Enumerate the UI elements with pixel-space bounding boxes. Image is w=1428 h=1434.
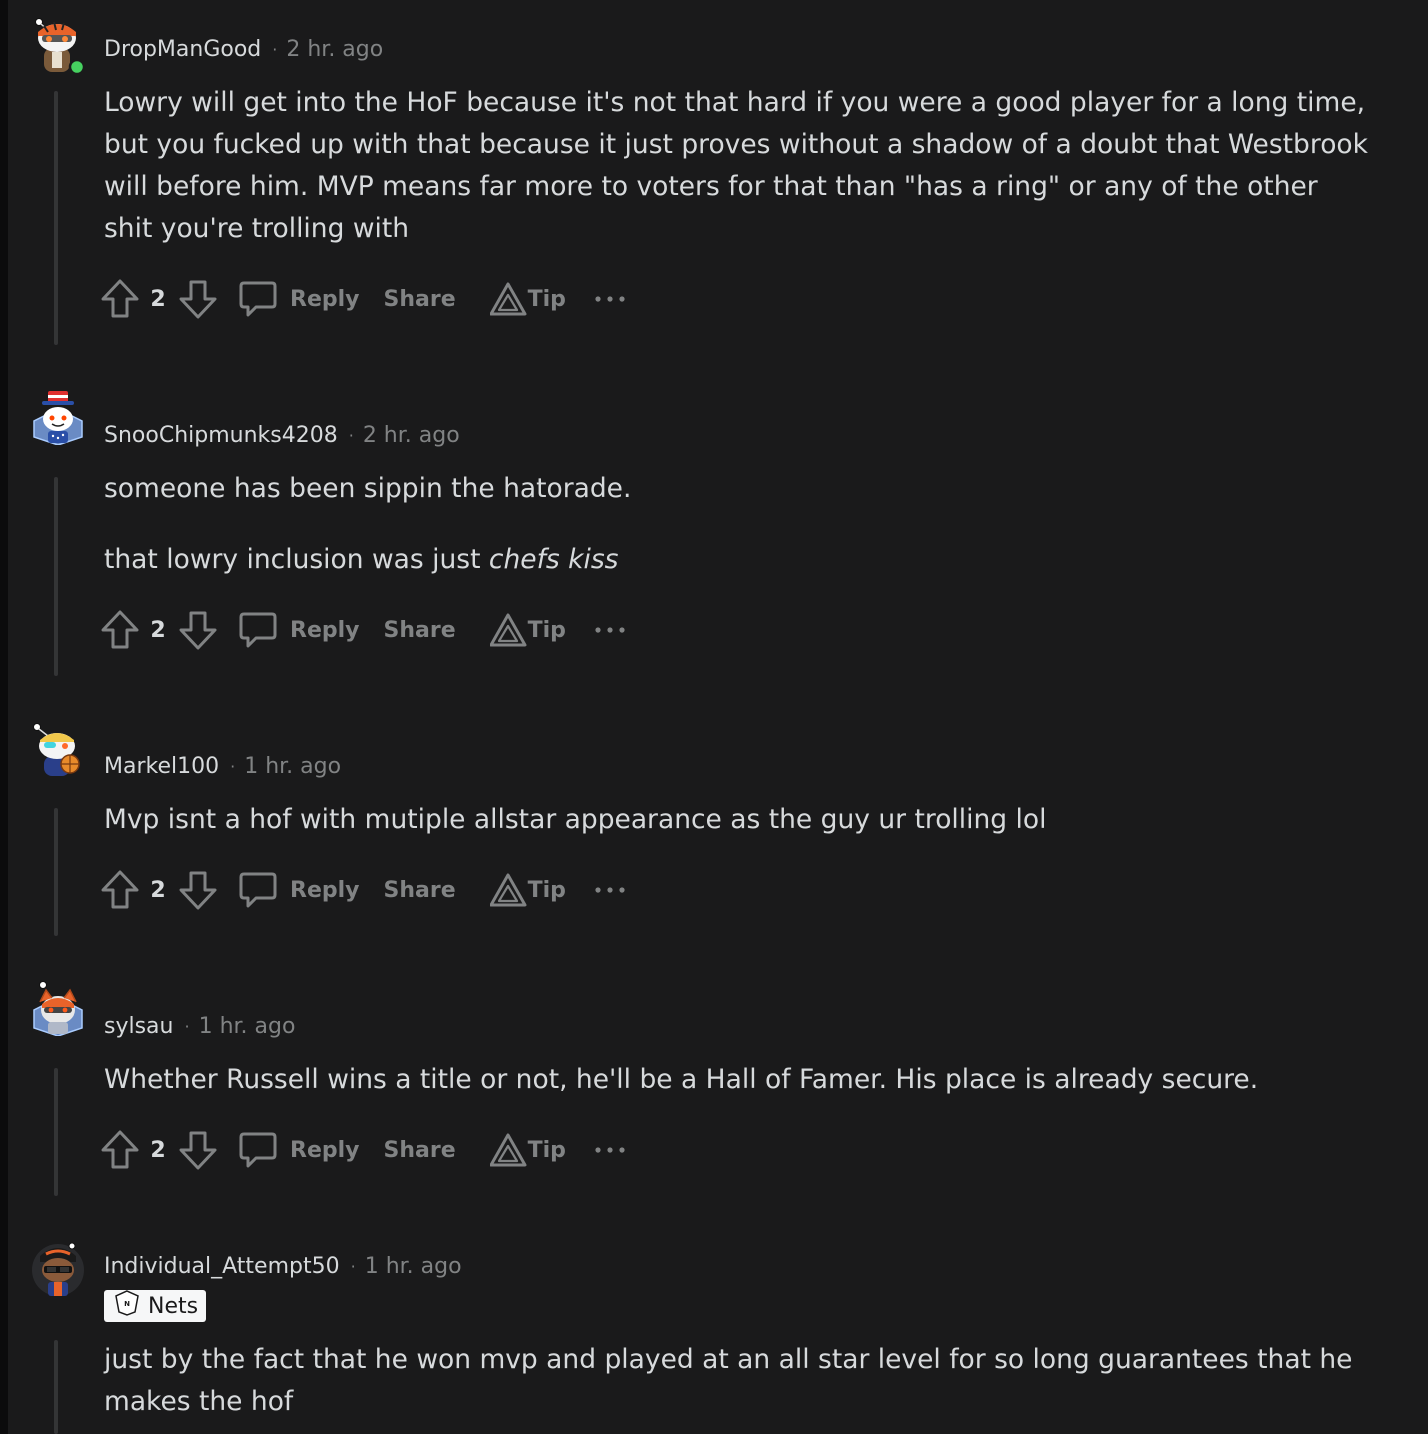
timestamp[interactable]: 2 hr. ago: [363, 423, 460, 448]
action-bar: 2 Reply Share Tip: [100, 277, 626, 321]
reply-button[interactable]: [238, 609, 278, 651]
comment-meta: SnooChipmunks4208 · 2 hr. ago: [104, 420, 460, 450]
action-bar: 2 Reply Share Tip: [100, 868, 626, 912]
more-options-icon[interactable]: [594, 293, 626, 305]
timestamp[interactable]: 1 hr. ago: [365, 1254, 462, 1279]
share-button[interactable]: Share: [384, 878, 456, 903]
downvote-icon[interactable]: [178, 1129, 218, 1171]
tip-label[interactable]: Tip: [528, 287, 566, 312]
downvote-icon[interactable]: [178, 869, 218, 911]
snoo-avatar-icon: [33, 391, 83, 445]
comment-body: just by the fact that he won mvp and pla…: [104, 1339, 1374, 1423]
upvote-icon[interactable]: [100, 1129, 140, 1171]
timestamp[interactable]: 1 hr. ago: [199, 1014, 296, 1039]
reply-button[interactable]: [238, 1129, 278, 1171]
more-options-icon[interactable]: [594, 884, 626, 896]
thread-line[interactable]: [54, 1068, 58, 1196]
tip-label[interactable]: Tip: [528, 878, 566, 903]
tip-icon[interactable]: [489, 1132, 530, 1168]
more-options-icon[interactable]: [594, 1144, 626, 1156]
comment-body: Mvp isnt a hof with mutiple allstar appe…: [104, 799, 1374, 841]
snoo-avatar-icon: [32, 1242, 84, 1296]
avatar[interactable]: [30, 18, 86, 74]
separator-dot: ·: [350, 1256, 356, 1276]
separator-dot: ·: [230, 756, 236, 776]
svg-text:N: N: [124, 1300, 130, 1308]
comment-body: Whether Russell wins a title or not, he'…: [104, 1059, 1374, 1101]
username[interactable]: SnooChipmunks4208: [104, 423, 338, 448]
thread-line[interactable]: [54, 477, 58, 676]
comment-paragraph: Mvp isnt a hof with mutiple allstar appe…: [104, 804, 1047, 835]
more-options-icon[interactable]: [594, 624, 626, 636]
vote-count: 2: [150, 877, 166, 903]
thread-line[interactable]: [54, 808, 58, 936]
action-bar: 2 Reply Share Tip: [100, 1128, 626, 1172]
vote-count: 2: [150, 1137, 166, 1163]
nets-logo-icon: N: [114, 1290, 140, 1322]
comment-body: someone has been sippin the hatorade. th…: [104, 468, 1374, 581]
downvote-icon[interactable]: [178, 278, 218, 320]
comment-paragraph: just by the fact that he won mvp and pla…: [104, 1344, 1353, 1417]
comment-paragraph: that lowry inclusion was just chefs kiss: [104, 539, 1374, 581]
downvote-icon[interactable]: [178, 609, 218, 651]
user-flair: N Nets: [104, 1290, 207, 1322]
tip-label[interactable]: Tip: [528, 1138, 566, 1163]
comment-meta: DropManGood · 2 hr. ago: [104, 34, 383, 64]
avatar[interactable]: [30, 1240, 86, 1296]
username[interactable]: Markel100: [104, 754, 219, 779]
action-bar: 2 Reply Share Tip: [100, 608, 626, 652]
vote-count: 2: [150, 286, 166, 312]
italic-text: chefs kiss: [488, 544, 619, 575]
reply-label[interactable]: Reply: [290, 618, 360, 643]
comment-body: Lowry will get into the HoF because it's…: [104, 82, 1374, 250]
username[interactable]: DropManGood: [104, 37, 261, 62]
reply-button[interactable]: [238, 278, 278, 320]
tip-icon[interactable]: [489, 872, 530, 908]
vote-count: 2: [150, 617, 166, 643]
comment-paragraph: Lowry will get into the HoF because it's…: [104, 87, 1368, 244]
comment-paragraph: someone has been sippin the hatorade.: [104, 473, 632, 504]
thread-line[interactable]: [54, 91, 58, 345]
timestamp[interactable]: 2 hr. ago: [286, 37, 383, 62]
reply-label[interactable]: Reply: [290, 287, 360, 312]
upvote-icon[interactable]: [100, 278, 140, 320]
snoo-avatar-icon: [35, 18, 86, 74]
thread-line[interactable]: [54, 1340, 58, 1434]
reply-label[interactable]: Reply: [290, 1138, 360, 1163]
snoo-avatar-icon: [33, 723, 80, 776]
comment-meta: Markel100 · 1 hr. ago: [104, 751, 341, 781]
window-edge: [0, 0, 8, 1434]
comment-paragraph: Whether Russell wins a title or not, he'…: [104, 1064, 1259, 1095]
snoo-avatar-icon: [33, 981, 83, 1036]
tip-icon[interactable]: [489, 612, 530, 648]
separator-dot: ·: [348, 425, 354, 445]
plain-text: that lowry inclusion was just: [104, 544, 489, 575]
share-button[interactable]: Share: [384, 287, 456, 312]
comment-meta: sylsau · 1 hr. ago: [104, 1011, 295, 1041]
share-button[interactable]: Share: [384, 1138, 456, 1163]
username[interactable]: sylsau: [104, 1014, 173, 1039]
avatar[interactable]: [30, 980, 86, 1036]
reply-button[interactable]: [238, 869, 278, 911]
username[interactable]: Individual_Attempt50: [104, 1254, 340, 1279]
flair-text: Nets: [148, 1293, 199, 1319]
reply-label[interactable]: Reply: [290, 878, 360, 903]
share-button[interactable]: Share: [384, 618, 456, 643]
timestamp[interactable]: 1 hr. ago: [244, 754, 341, 779]
separator-dot: ·: [272, 39, 278, 59]
tip-icon[interactable]: [489, 281, 530, 317]
separator-dot: ·: [184, 1016, 190, 1036]
avatar[interactable]: [30, 389, 86, 445]
avatar[interactable]: [30, 720, 86, 776]
tip-label[interactable]: Tip: [528, 618, 566, 643]
upvote-icon[interactable]: [100, 869, 140, 911]
comment-meta: Individual_Attempt50 · 1 hr. ago: [104, 1251, 462, 1281]
upvote-icon[interactable]: [100, 609, 140, 651]
